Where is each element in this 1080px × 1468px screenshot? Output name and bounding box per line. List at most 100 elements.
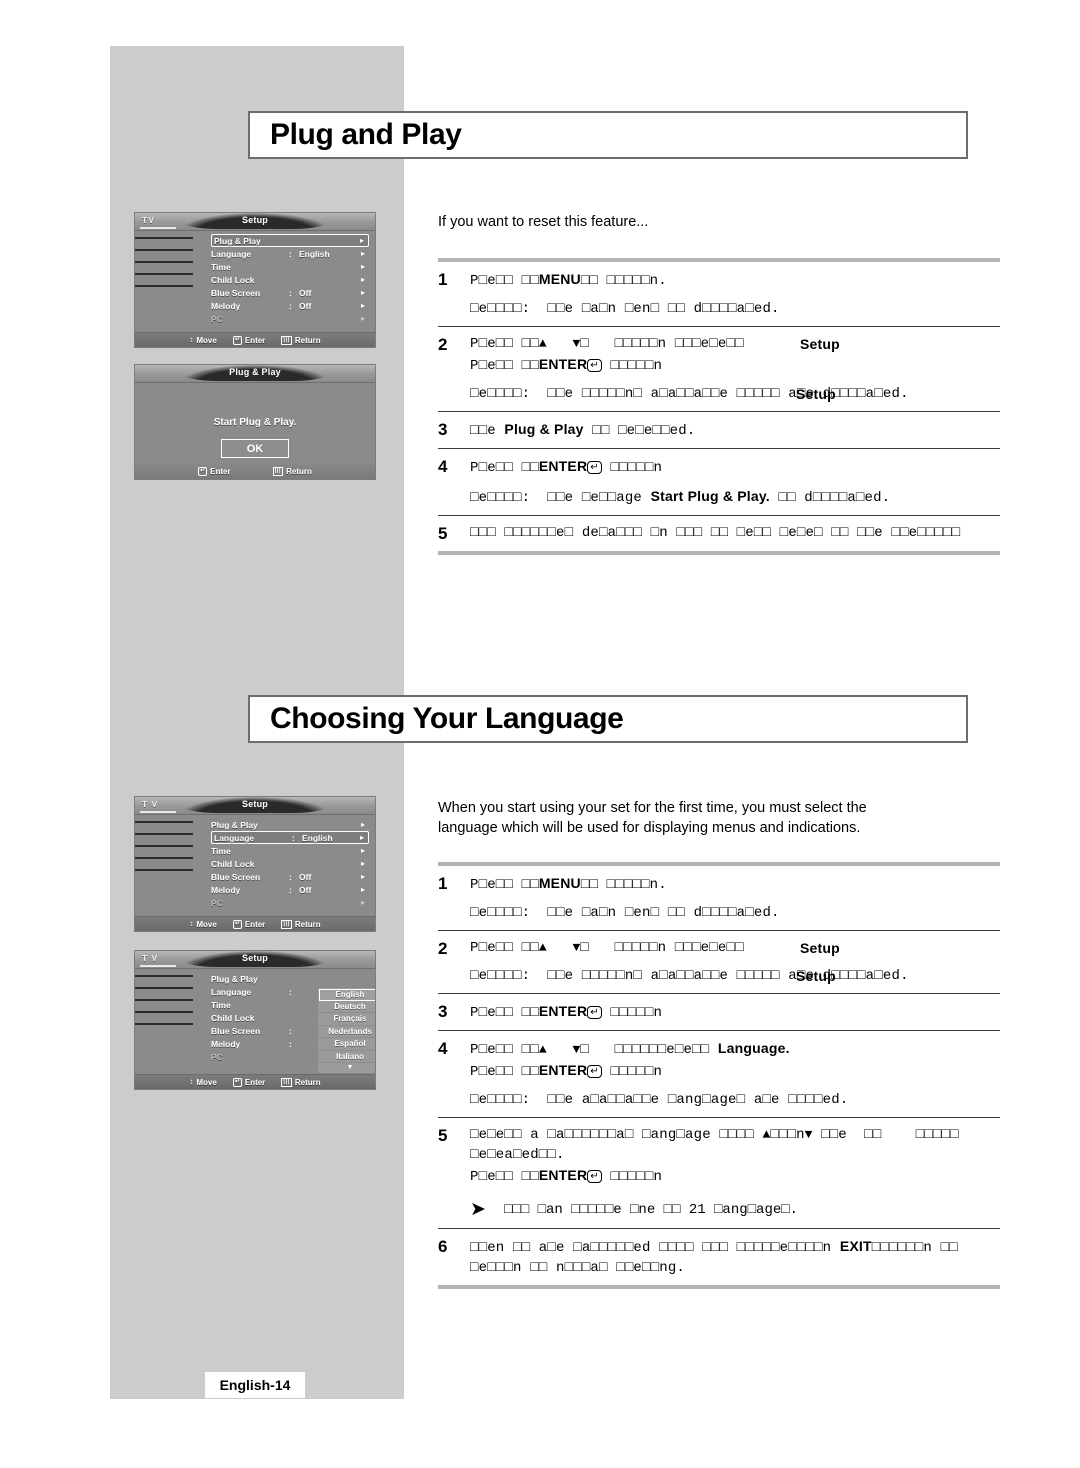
overlay-setup-label: Setup <box>796 386 836 402</box>
osd-body: Plug & Play Language : Time Child Lock B… <box>135 969 375 1076</box>
step-line: □□e Plug & Play □□ □e□e□□ed. <box>470 421 696 439</box>
osd-row-colon: : <box>289 248 292 259</box>
scroll-down-icon[interactable]: ▼ <box>319 1063 375 1072</box>
osd-row-label: Child Lock <box>211 858 255 869</box>
osd-body: Plug & Play ▸ Language : English ▸ Time … <box>135 815 375 918</box>
osd-footer-label: Enter <box>244 335 266 345</box>
osd-row-value: Off <box>299 287 312 298</box>
step-note: □e□□□□: □□e □□□□□n□ a□a□□a□□e □□□□□ a□e … <box>470 968 909 984</box>
menu-key-icon: ||| <box>281 335 292 345</box>
menu-key-icon: ||| <box>272 466 284 476</box>
osd-row-child-lock[interactable]: Child Lock ▸ <box>211 273 369 286</box>
osd-row-label: Melody <box>211 884 241 895</box>
osd-row-plug-play[interactable]: Plug & Play <box>211 972 369 985</box>
osd-row-time[interactable]: Time ▸ <box>211 260 369 273</box>
step-text: P□e□□ □□MENU□□ □□□□□n. □e□□□□: □□e □a□n … <box>470 873 1000 923</box>
osd-menu-rows: Plug & Play Language : Time Child Lock B… <box>211 972 375 1074</box>
step-line: P□e□□ □□MENU□□ □□□□□n. <box>470 875 667 893</box>
chevron-right-icon: ▸ <box>360 898 365 907</box>
osd-row-melody[interactable]: Melody : Off ▸ <box>211 299 369 312</box>
step-text: P□e□□ □□▲ ▼□ □□□□□□e□e□□ Language. P□e□□… <box>470 1038 1000 1110</box>
osd-footer-enter[interactable]: ↵ Enter <box>232 919 266 929</box>
osd-row-value: Off <box>299 884 312 895</box>
osd-menu-rows: Plug & Play ▸ Language : English ▸ Time … <box>211 818 369 909</box>
up-arrow-icon: ▲ <box>538 940 547 955</box>
language-option-nederlands[interactable]: Nederlands <box>319 1026 375 1038</box>
chevron-right-icon: ▸ <box>360 846 365 855</box>
osd-tv-underline <box>140 811 176 813</box>
osd-row-colon: : <box>292 832 295 843</box>
step-line: P□e□□ □□ENTER ↵ □□□□□n <box>470 1167 663 1185</box>
step-line: □e□ea□ed□□. <box>470 1147 565 1163</box>
osd-row-label: Time <box>211 845 231 856</box>
osd-tv-underline <box>140 227 176 229</box>
osd-row-colon: : <box>289 300 292 311</box>
osd-footer-move[interactable]: ↕ Move <box>189 336 216 345</box>
osd-footer-enter[interactable]: ↵ Enter <box>232 1077 265 1087</box>
step-line: P□e□□ □□ENTER ↵ □□□□□n <box>470 1062 663 1080</box>
osd-row-child-lock[interactable]: Child Lock ▸ <box>211 857 369 870</box>
step-text: □□en □□ a□e □a□□□□□ed □□□□ □□□ □□□□□e□□□… <box>470 1236 1000 1278</box>
osd-row-plug-play[interactable]: Plug & Play ▸ <box>211 818 369 831</box>
osd-ok-button[interactable]: OK <box>221 439 289 458</box>
language-option-deutsch[interactable]: Deutsch <box>319 1001 375 1013</box>
step-note: □e□□□□: □□e □□□□□n□ a□a□□a□□e □□□□□ a□e … <box>470 386 909 402</box>
osd-footer-label: Enter <box>244 919 266 929</box>
language-option-francais[interactable]: Français <box>319 1013 375 1026</box>
language-option-italiano[interactable]: Italiano <box>319 1051 375 1063</box>
osd-row-blue-screen[interactable]: Blue Screen : Off ▸ <box>211 870 369 883</box>
chevron-right-icon: ▸ <box>360 885 365 894</box>
osd-row-pc[interactable]: PC ▸ <box>211 896 369 909</box>
osd-setup-menu-plugplay: TV Setup Plug & Play ▸ Language: Englis… <box>134 212 376 348</box>
osd-row-label: Time <box>211 261 231 272</box>
intro-text: When you start using your set for the fi… <box>438 800 867 836</box>
enter-key-icon: ↵ <box>232 919 242 929</box>
osd-footer-move[interactable]: ↕ Move <box>189 1078 216 1087</box>
osd-footer-return[interactable]: ||| Return <box>281 919 321 929</box>
section-content-choosing-your-language: When you start using your set for the fi… <box>438 798 1000 1289</box>
osd-tick <box>135 261 193 263</box>
osd-footer-label: Return <box>294 1077 321 1087</box>
osd-row-value: English <box>302 832 333 843</box>
language-dropdown[interactable]: English Deutsch Français Nederlands Espa… <box>317 987 375 1074</box>
osd-footer-enter[interactable]: ↵ Enter <box>232 335 266 345</box>
step-text: P□e□□ □□ENTER ↵ □□□□□n □e□□□□: □□e □e□□ag… <box>470 456 1000 508</box>
osd-tick <box>135 975 193 977</box>
step-text: P□e□□ □□MENU□□ □□□□□n. □e□□□□: □□e □a□n … <box>470 269 1000 319</box>
osd-row-time[interactable]: Time ▸ <box>211 844 369 857</box>
step-line: P□e□□ □□MENU□□ □□□□□n. <box>470 271 667 289</box>
step-line: □e□e□□ a □a□□□□□□a□ □ang□age □□□□ ▲□□□n▼… <box>470 1127 959 1143</box>
osd-footer-return[interactable]: ||| Return <box>281 335 321 345</box>
language-option-espanol[interactable]: Español <box>319 1038 375 1051</box>
osd-row-value: Off <box>299 300 312 311</box>
osd-row-language[interactable]: Language : English ▸ <box>211 247 369 260</box>
osd-tick <box>135 821 193 823</box>
osd-footer-enter[interactable]: ↵ Enter <box>198 466 231 476</box>
osd-footer-return[interactable]: ||| Return <box>272 466 312 476</box>
osd-footer-return[interactable]: ||| Return <box>281 1077 321 1087</box>
osd-row-pc[interactable]: PC ▸ <box>211 312 369 325</box>
osd-row-label: Plug & Play <box>211 819 258 830</box>
step-item: 6 □□en □□ a□e □a□□□□□ed □□□□ □□□ □□□□□e□… <box>438 1229 1000 1285</box>
osd-row-blue-screen[interactable]: Blue Screen : Off ▸ <box>211 286 369 299</box>
divider <box>438 551 1000 555</box>
language-option-english[interactable]: English <box>319 989 375 1001</box>
osd-tick <box>135 999 193 1001</box>
overlay-setup-label: Setup <box>800 940 840 956</box>
osd-footer-label: Move <box>196 1077 217 1087</box>
osd-footer-move[interactable]: ↕ Move <box>189 920 216 929</box>
overlay-setup-label: Setup <box>796 968 836 984</box>
osd-row-colon: : <box>289 287 292 298</box>
page-title: Plug and Play <box>270 118 462 151</box>
osd-row-plug-play[interactable]: Plug & Play ▸ <box>211 234 369 247</box>
osd-row-language[interactable]: Language : English ▸ <box>211 831 369 844</box>
osd-footer-label: Return <box>294 919 321 929</box>
up-arrow-icon: ▲ <box>762 1127 771 1142</box>
down-arrow-icon: ▼ <box>572 1042 581 1057</box>
osd-tick <box>135 1023 193 1025</box>
step-number: 2 <box>438 939 448 958</box>
step-text: P□e□□ □□ENTER ↵ □□□□□n <box>470 1001 1000 1023</box>
overlay-setup-label: Setup <box>800 336 840 352</box>
osd-row-melody[interactable]: Melody : Off ▸ <box>211 883 369 896</box>
enter-key-icon: ↵ <box>587 1170 602 1183</box>
